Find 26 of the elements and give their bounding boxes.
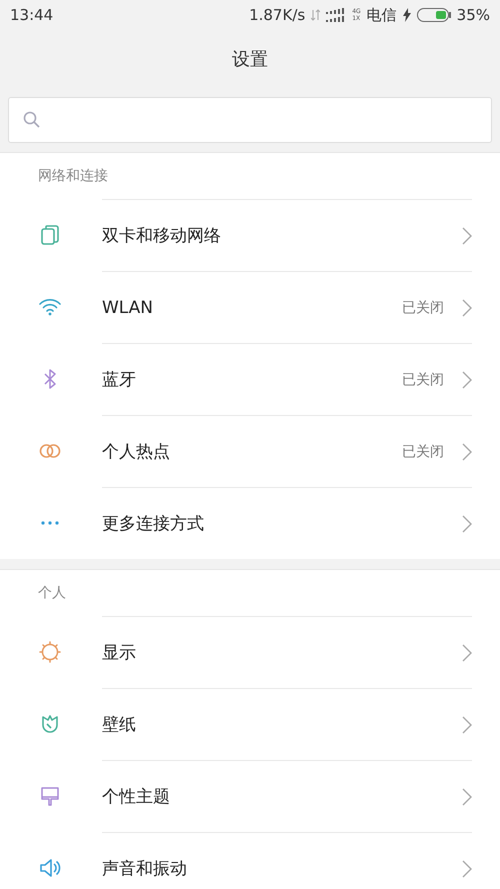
battery-icon: [416, 8, 451, 22]
speaker-icon: [38, 856, 62, 880]
chevron-icon: [462, 644, 472, 662]
chevron-icon: [462, 226, 472, 244]
sun-icon: [38, 640, 62, 664]
signal-icon: [326, 8, 346, 22]
time: 13:44: [10, 6, 54, 24]
search-icon: [23, 111, 41, 129]
data-arrows-icon: [311, 9, 320, 21]
chevron-icon: [462, 514, 472, 532]
battery-percent: 35%: [456, 6, 490, 24]
chevron-icon: [462, 370, 472, 388]
section-header: 个人: [38, 584, 66, 602]
chevron-icon: [462, 442, 472, 460]
carrier: 电信: [366, 6, 397, 24]
network-speed: 1.87K/s: [249, 6, 306, 24]
chevron-icon: [462, 788, 472, 806]
chevron-icon: [462, 716, 472, 734]
section-header: 网络和连接: [38, 167, 108, 185]
page-title: 设置: [231, 48, 269, 72]
chevron-icon: [462, 298, 472, 316]
chevron-icon: [462, 860, 472, 878]
search-field[interactable]: [8, 97, 492, 143]
more-icon: [41, 521, 59, 525]
charging-bolt-icon: [402, 8, 411, 22]
sim-cards-icon: [38, 223, 62, 247]
